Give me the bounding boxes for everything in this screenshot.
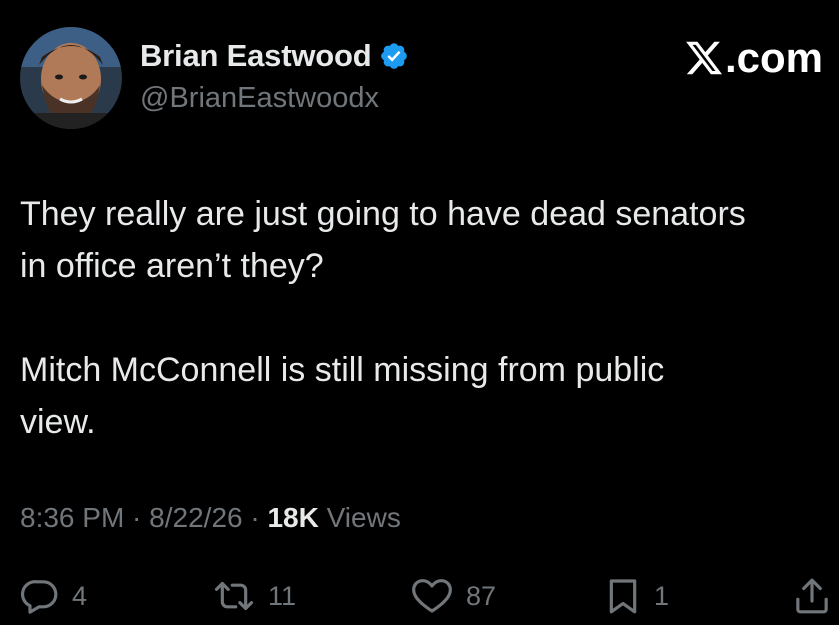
- tweet-paragraph: Mitch McConnell is still missing from pu…: [20, 351, 665, 441]
- author-name-row: Brian Eastwood: [140, 37, 409, 75]
- author-handle[interactable]: @BrianEastwoodx: [140, 82, 379, 115]
- repost-button[interactable]: 11: [212, 572, 296, 620]
- tweet-meta: 8:36 PM · 8/22/26 · 18K Views: [20, 502, 401, 534]
- views-count: 18K: [267, 502, 319, 533]
- meta-separator: ·: [242, 502, 268, 533]
- brand-watermark: .com: [684, 34, 823, 82]
- share-icon: [792, 576, 832, 616]
- tweet-text: They really are just going to have dead …: [20, 188, 835, 448]
- repost-icon: [212, 576, 256, 616]
- tweet-time[interactable]: 8:36 PM: [20, 502, 124, 533]
- verified-badge-icon: [379, 41, 409, 71]
- tweet-paragraph: They really are just going to have dead …: [20, 195, 746, 285]
- heart-icon: [410, 576, 454, 616]
- brand-suffix: .com: [724, 34, 823, 81]
- x-logo-icon: [684, 38, 724, 78]
- bookmark-icon: [604, 576, 642, 616]
- bookmark-button[interactable]: 1: [604, 572, 669, 620]
- like-count: 87: [466, 580, 497, 611]
- share-button[interactable]: [792, 572, 832, 620]
- views-label: Views: [318, 502, 401, 533]
- tweet-date[interactable]: 8/22/26: [149, 502, 242, 533]
- bookmark-count: 1: [654, 580, 670, 611]
- meta-separator: ·: [124, 502, 150, 533]
- reply-count: 4: [72, 580, 88, 611]
- avatar-photo: [20, 27, 122, 129]
- author-display-name[interactable]: Brian Eastwood: [140, 38, 372, 74]
- reply-icon: [20, 576, 60, 616]
- action-bar: 4 11 87 1: [0, 572, 839, 620]
- reply-button[interactable]: 4: [20, 572, 87, 620]
- repost-count: 11: [268, 580, 297, 611]
- avatar[interactable]: [20, 27, 122, 129]
- like-button[interactable]: 87: [410, 572, 496, 620]
